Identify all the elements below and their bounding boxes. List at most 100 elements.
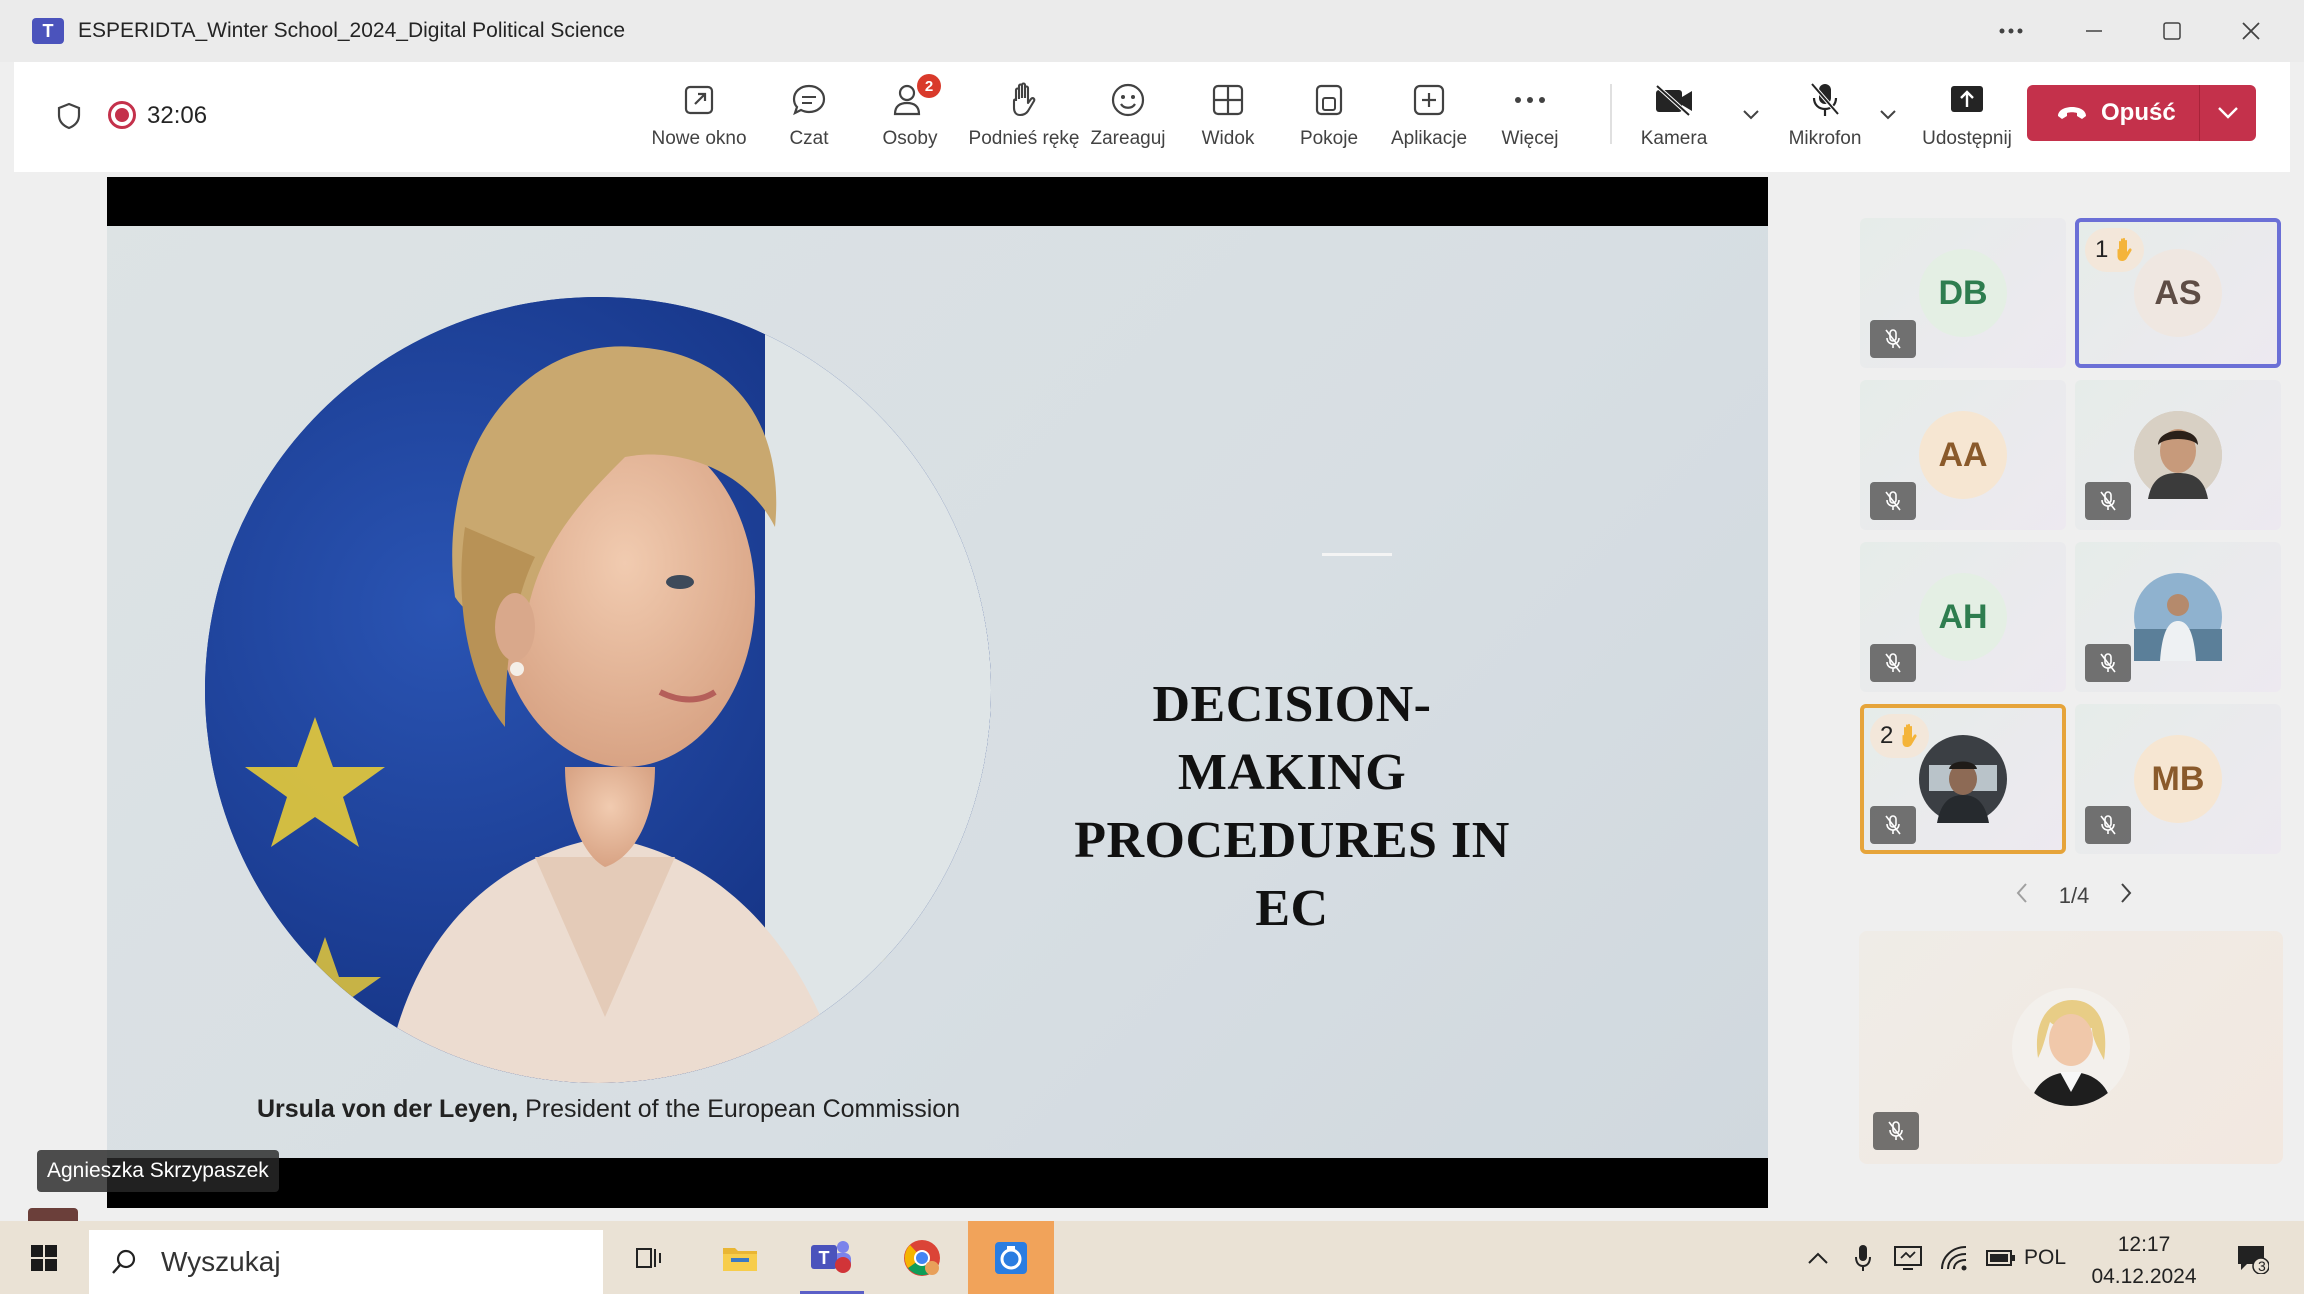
maximize-icon[interactable]	[2133, 0, 2211, 62]
title-bar: T ESPERIDTA_Winter School_2024_Digital P…	[0, 0, 2304, 62]
raise-hand-button[interactable]: Podnieś rękę	[964, 76, 1084, 164]
raised-hand-badge: 1	[2085, 228, 2145, 272]
shared-screen: DECISION-MAKING PROCEDURES IN EC Ursula …	[107, 177, 1768, 1208]
participant-tile-photo-3[interactable]: 2	[1860, 704, 2066, 854]
avatar: AS	[2134, 249, 2222, 337]
minimize-icon[interactable]	[2055, 0, 2133, 62]
leave-options-chevron-icon[interactable]	[2199, 85, 2256, 141]
close-icon[interactable]	[2212, 0, 2290, 62]
battery-icon[interactable]	[1978, 1221, 2024, 1294]
rooms-icon	[1311, 76, 1347, 124]
microphone-button[interactable]: Mikrofon	[1765, 76, 1885, 164]
apps-label: Aplikacje	[1390, 128, 1468, 149]
leave-button[interactable]: Opuść	[2027, 85, 2256, 141]
avatar: MB	[2134, 735, 2222, 823]
search-placeholder: Wyszukaj	[161, 1246, 281, 1277]
windows-taskbar: Wyszukaj T POL 12:17 04.12.2024 3	[0, 1221, 2304, 1294]
shield-icon[interactable]	[54, 101, 84, 136]
more-icon	[1512, 76, 1548, 124]
participant-tile-aa[interactable]: AA	[1860, 380, 2066, 530]
new-window-button[interactable]: Nowe okno	[639, 76, 759, 164]
grid-view-icon	[1210, 76, 1246, 124]
slide-title-line2: PROCEDURES IN EC	[1074, 812, 1510, 937]
microphone-tray-icon[interactable]	[1845, 1221, 1881, 1294]
slide-divider	[1322, 553, 1392, 556]
mic-muted-icon	[1870, 320, 1916, 358]
avatar: DB	[1919, 249, 2007, 337]
notifications-icon[interactable]: 3	[2222, 1221, 2282, 1294]
avatar	[1919, 735, 2007, 823]
view-label: Widok	[1201, 128, 1255, 149]
slide-title: DECISION-MAKING PROCEDURES IN EC	[1042, 671, 1542, 943]
people-icon: 2	[891, 74, 941, 124]
hand-order: 1	[2095, 236, 2109, 263]
mic-off-icon	[1807, 76, 1843, 124]
file-explorer-icon[interactable]	[708, 1221, 772, 1294]
windows-start-icon[interactable]	[12, 1221, 76, 1294]
slide-caption: Ursula von der Leyen, President of the E…	[257, 1095, 960, 1124]
more-label: Więcej	[1501, 128, 1559, 149]
screenshot-tool-icon[interactable]	[968, 1221, 1054, 1294]
microphone-label: Mikrofon	[1788, 128, 1862, 149]
people-button[interactable]: 2 Osoby	[850, 74, 970, 164]
avatar	[2012, 988, 2130, 1106]
participant-tile-db[interactable]: DB	[1860, 218, 2066, 368]
taskbar-search-input[interactable]: Wyszukaj	[89, 1230, 603, 1294]
toolbar-separator	[1610, 84, 1612, 144]
leave-main[interactable]: Opuść	[2027, 85, 2199, 141]
mic-muted-icon	[1870, 806, 1916, 844]
wifi-icon[interactable]	[1934, 1221, 1974, 1294]
participant-tile-mb[interactable]: MB	[2075, 704, 2281, 854]
mic-muted-icon	[1870, 644, 1916, 682]
gallery-pager: 1/4	[2014, 878, 2134, 914]
participant-tile-photo-1[interactable]	[2075, 380, 2281, 530]
avatar	[2134, 573, 2222, 661]
svg-text:T: T	[819, 1248, 830, 1268]
window-title: ESPERIDTA_Winter School_2024_Digital Pol…	[78, 19, 626, 42]
avatar: AA	[1919, 411, 2007, 499]
raise-hand-icon	[1006, 76, 1042, 124]
participant-tile-as[interactable]: AS 1	[2075, 218, 2281, 368]
camera-button[interactable]: Kamera	[1614, 76, 1734, 164]
chevron-left-icon[interactable]	[2014, 882, 2030, 910]
more-button[interactable]: Więcej	[1470, 76, 1590, 164]
microphone-options-chevron-icon[interactable]	[1873, 100, 1903, 130]
chrome-icon[interactable]	[890, 1221, 954, 1294]
avatar	[2134, 411, 2222, 499]
mic-muted-icon	[2085, 644, 2131, 682]
self-view-tile[interactable]	[1859, 931, 2283, 1164]
chat-icon	[790, 76, 828, 124]
mic-muted-icon	[2085, 482, 2131, 520]
teams-taskbar-icon[interactable]: T	[800, 1221, 864, 1294]
share-label: Udostępnij	[1922, 128, 2012, 149]
caption-name: Ursula von der Leyen,	[257, 1095, 519, 1123]
share-icon	[1948, 76, 1986, 124]
display-tray-icon[interactable]	[1888, 1221, 1928, 1294]
letterbox-bottom	[107, 1158, 1768, 1208]
participant-tile-photo-2[interactable]	[2075, 542, 2281, 692]
raised-hand-badge: 2	[1870, 714, 1930, 758]
raised-hand-icon	[1902, 723, 1917, 747]
camera-options-chevron-icon[interactable]	[1736, 100, 1766, 130]
chat-label: Czat	[789, 128, 829, 149]
clock-time[interactable]: 12:17	[2096, 1233, 2192, 1257]
clock-date[interactable]: 04.12.2024	[2086, 1265, 2202, 1289]
slide-title-line1: DECISION-MAKING	[1152, 676, 1432, 801]
share-button[interactable]: Udostępnij	[1907, 76, 2027, 164]
meeting-timer: 32:06	[147, 102, 208, 129]
letterbox-top	[107, 177, 1768, 226]
mic-muted-icon	[1873, 1112, 1919, 1150]
chevron-up-icon[interactable]	[1800, 1221, 1836, 1294]
rooms-label: Pokoje	[1299, 128, 1359, 149]
recording-icon	[108, 101, 136, 129]
participant-tile-ah[interactable]: AH	[1860, 542, 2066, 692]
chevron-right-icon[interactable]	[2118, 882, 2134, 910]
raise-hand-label: Podnieś rękę	[968, 128, 1080, 149]
language-indicator[interactable]: POL	[2024, 1246, 2066, 1270]
react-label: Zareaguj	[1090, 128, 1166, 149]
task-view-icon[interactable]	[620, 1221, 680, 1294]
meeting-toolbar: 32:06 Nowe okno Czat 2 Osoby Podnieś ręk…	[14, 62, 2290, 172]
more-options-icon[interactable]	[1972, 0, 2050, 62]
emoji-icon	[1109, 76, 1147, 124]
portrait-photo	[205, 297, 991, 1083]
